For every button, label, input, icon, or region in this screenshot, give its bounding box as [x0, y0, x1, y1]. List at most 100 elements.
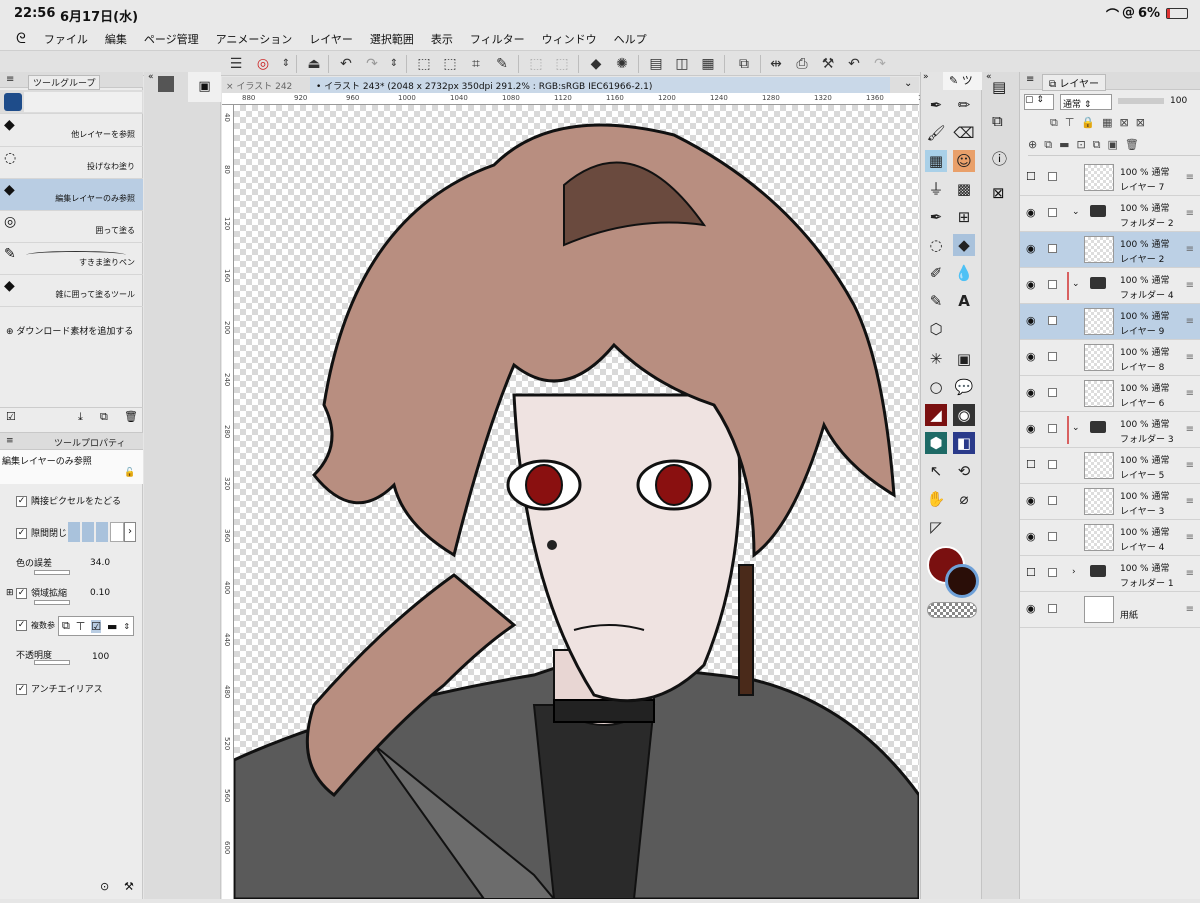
- panel-icon[interactable]: ▤: [646, 54, 666, 74]
- menu-page[interactable]: ページ管理: [144, 31, 199, 47]
- layer-menu-icon[interactable]: ≡: [1186, 388, 1194, 399]
- menu-window[interactable]: ウィンドウ: [542, 31, 597, 47]
- 3d-icon[interactable]: ⬡: [925, 318, 947, 340]
- redo-alt-icon[interactable]: ↷: [870, 54, 890, 74]
- print-icon[interactable]: ⎙: [792, 54, 812, 74]
- clear-outside-icon[interactable]: ⬚: [552, 54, 572, 74]
- wrench-icon[interactable]: ⚒: [124, 880, 134, 893]
- trash-icon[interactable]: 🗑: [124, 410, 138, 423]
- blend-mode-select[interactable]: 通常 ⇕: [1060, 94, 1112, 110]
- menu-icon[interactable]: ☰: [226, 54, 246, 74]
- stepper-icon[interactable]: ⇕: [276, 54, 296, 74]
- tool-group-tab[interactable]: ツールグループ: [28, 75, 101, 90]
- export-icon[interactable]: ⏏: [304, 54, 324, 74]
- layer-ops-row2[interactable]: ⊕⧉▬⊡⧉▣🗑: [1028, 138, 1200, 156]
- expression-color-select[interactable]: ▢ ⇕: [1024, 94, 1054, 110]
- visibility-eye-icon[interactable]: ◉: [1026, 278, 1036, 291]
- layer-menu-icon[interactable]: ≡: [1186, 172, 1194, 183]
- eraser-icon[interactable]: ⌫: [953, 122, 975, 144]
- layer-menu-icon[interactable]: ≡: [1186, 604, 1194, 615]
- tool-enclose-fill[interactable]: ◎ 囲って塗る: [0, 211, 143, 243]
- drop-icon[interactable]: 💧: [953, 262, 975, 284]
- visibility-eye-icon[interactable]: ☐: [1026, 170, 1036, 183]
- app-logo-icon[interactable]: ᘓ: [16, 31, 26, 47]
- copy-icon[interactable]: ⧉: [100, 410, 108, 424]
- tool-gap-fill-pen[interactable]: ✎ すきま塗りペン: [0, 243, 143, 275]
- folder-toggle-icon[interactable]: ⌄: [1072, 423, 1080, 433]
- layer-checkbox[interactable]: [1048, 244, 1057, 253]
- grid-icon[interactable]: ⊞: [953, 206, 975, 228]
- eyedropper-icon[interactable]: ⌀: [953, 488, 975, 510]
- lock-icon[interactable]: 🔓: [124, 468, 135, 478]
- layer-checkbox[interactable]: [1048, 532, 1057, 541]
- red-brush-icon[interactable]: ◢: [925, 404, 947, 426]
- wrench-icon[interactable]: ⚒: [818, 54, 838, 74]
- menu-help[interactable]: ヘルプ: [614, 31, 647, 47]
- visibility-eye-icon[interactable]: ◉: [1026, 206, 1036, 219]
- visibility-eye-icon[interactable]: ◉: [1026, 386, 1036, 399]
- transform-icon[interactable]: ⬚: [440, 54, 460, 74]
- blue-icon[interactable]: ◧: [953, 432, 975, 454]
- camera-icon[interactable]: ◉: [953, 404, 975, 426]
- download-material[interactable]: ⊕ ダウンロード素材を追加する: [6, 324, 133, 337]
- excel-icon[interactable]: ⊠: [992, 184, 1005, 202]
- tool-tab[interactable]: ✎ ツ: [943, 72, 983, 90]
- collapse-icon[interactable]: «: [986, 72, 992, 82]
- layer-property-icon[interactable]: ⧉: [992, 112, 1003, 130]
- layer-checkbox[interactable]: [1048, 352, 1057, 361]
- layer-row[interactable]: ☐ 100 % 通常 レイヤー 5 ≡: [1020, 448, 1200, 484]
- gradient-icon[interactable]: ▣: [953, 348, 975, 370]
- teal-icon[interactable]: ⬢: [925, 432, 947, 454]
- menu-file[interactable]: ファイル: [44, 31, 88, 47]
- prop-opacity[interactable]: 不透明度 100: [0, 646, 143, 674]
- visibility-eye-icon[interactable]: ◉: [1026, 314, 1036, 327]
- layer-row[interactable]: ◉ 用紙 ≡: [1020, 592, 1200, 628]
- menu-view[interactable]: 表示: [431, 31, 453, 47]
- stepper2-icon[interactable]: ⇕: [384, 54, 404, 74]
- lasso-icon[interactable]: ◌: [925, 234, 947, 256]
- move-icon[interactable]: ↖: [925, 460, 947, 482]
- panel2-icon[interactable]: ◫: [672, 54, 692, 74]
- layer-row[interactable]: ◉ 100 % 通常 レイヤー 3 ≡: [1020, 484, 1200, 520]
- tool-refer-other[interactable]: ◆ 他レイヤーを参照: [0, 114, 143, 147]
- prop-color-margin[interactable]: 色の誤差 34.0: [0, 554, 143, 582]
- folder-toggle-icon[interactable]: ⌄: [1072, 279, 1080, 289]
- folder-toggle-icon[interactable]: ›: [1072, 567, 1076, 577]
- layer-row[interactable]: ◉ ⌄ 100 % 通常 フォルダー 4 ≡: [1020, 268, 1200, 304]
- visibility-eye-icon[interactable]: ◉: [1026, 530, 1036, 543]
- layer-menu-icon[interactable]: ≡: [1186, 316, 1194, 327]
- chevron-right-icon[interactable]: ›: [124, 522, 136, 542]
- text-icon[interactable]: A: [953, 290, 975, 312]
- circle-icon[interactable]: ○: [925, 376, 947, 398]
- layer-checkbox[interactable]: [1048, 280, 1057, 289]
- animation-icon[interactable]: ▤: [992, 78, 1006, 96]
- layer-menu-icon[interactable]: ≡: [1186, 460, 1194, 471]
- layer-checkbox[interactable]: [1048, 604, 1057, 613]
- chevron-down-icon[interactable]: ⌄: [904, 78, 912, 89]
- layer-row[interactable]: ◉ 100 % 通常 レイヤー 6 ≡: [1020, 376, 1200, 412]
- grip-icon[interactable]: ≡: [1026, 74, 1034, 85]
- sub-color-swatch[interactable]: [945, 564, 979, 598]
- download-icon[interactable]: ⤓: [78, 410, 83, 424]
- ruler-icon[interactable]: ◸: [925, 516, 947, 538]
- visibility-eye-icon[interactable]: ☐: [1026, 458, 1036, 471]
- tool-lasso-fill[interactable]: ◌ 投げなわ塗り: [0, 147, 143, 179]
- tab-illust-242[interactable]: × イラスト 242: [226, 79, 292, 92]
- flip-icon[interactable]: ⇹: [766, 54, 786, 74]
- calendar-icon[interactable]: ▦: [698, 54, 718, 74]
- menu-edit[interactable]: 編集: [105, 31, 127, 47]
- navigator-icon[interactable]: [158, 76, 174, 92]
- layer-checkbox[interactable]: [1048, 172, 1057, 181]
- layer-menu-icon[interactable]: ≡: [1186, 496, 1194, 507]
- layer-row[interactable]: ◉ 100 % 通常 レイヤー 2 ≡: [1020, 232, 1200, 268]
- tool-edit-layer-only[interactable]: ◆ 編集レイヤーのみ参照: [0, 179, 143, 211]
- layer-checkbox[interactable]: [1048, 460, 1057, 469]
- clear-icon[interactable]: ⬚: [526, 54, 546, 74]
- visibility-eye-icon[interactable]: ◉: [1026, 350, 1036, 363]
- layer-row[interactable]: ◉ ⌄ 100 % 通常 フォルダー 2 ≡: [1020, 196, 1200, 232]
- tool-property-tab[interactable]: ツールプロパティ: [54, 436, 125, 449]
- grip-icon[interactable]: ≡: [6, 74, 14, 85]
- pattern-icon[interactable]: ▩: [953, 178, 975, 200]
- layer-menu-icon[interactable]: ≡: [1186, 352, 1194, 363]
- prop-area-scaling[interactable]: ⊞ ✓ 領域拡縮 0.10: [0, 584, 143, 612]
